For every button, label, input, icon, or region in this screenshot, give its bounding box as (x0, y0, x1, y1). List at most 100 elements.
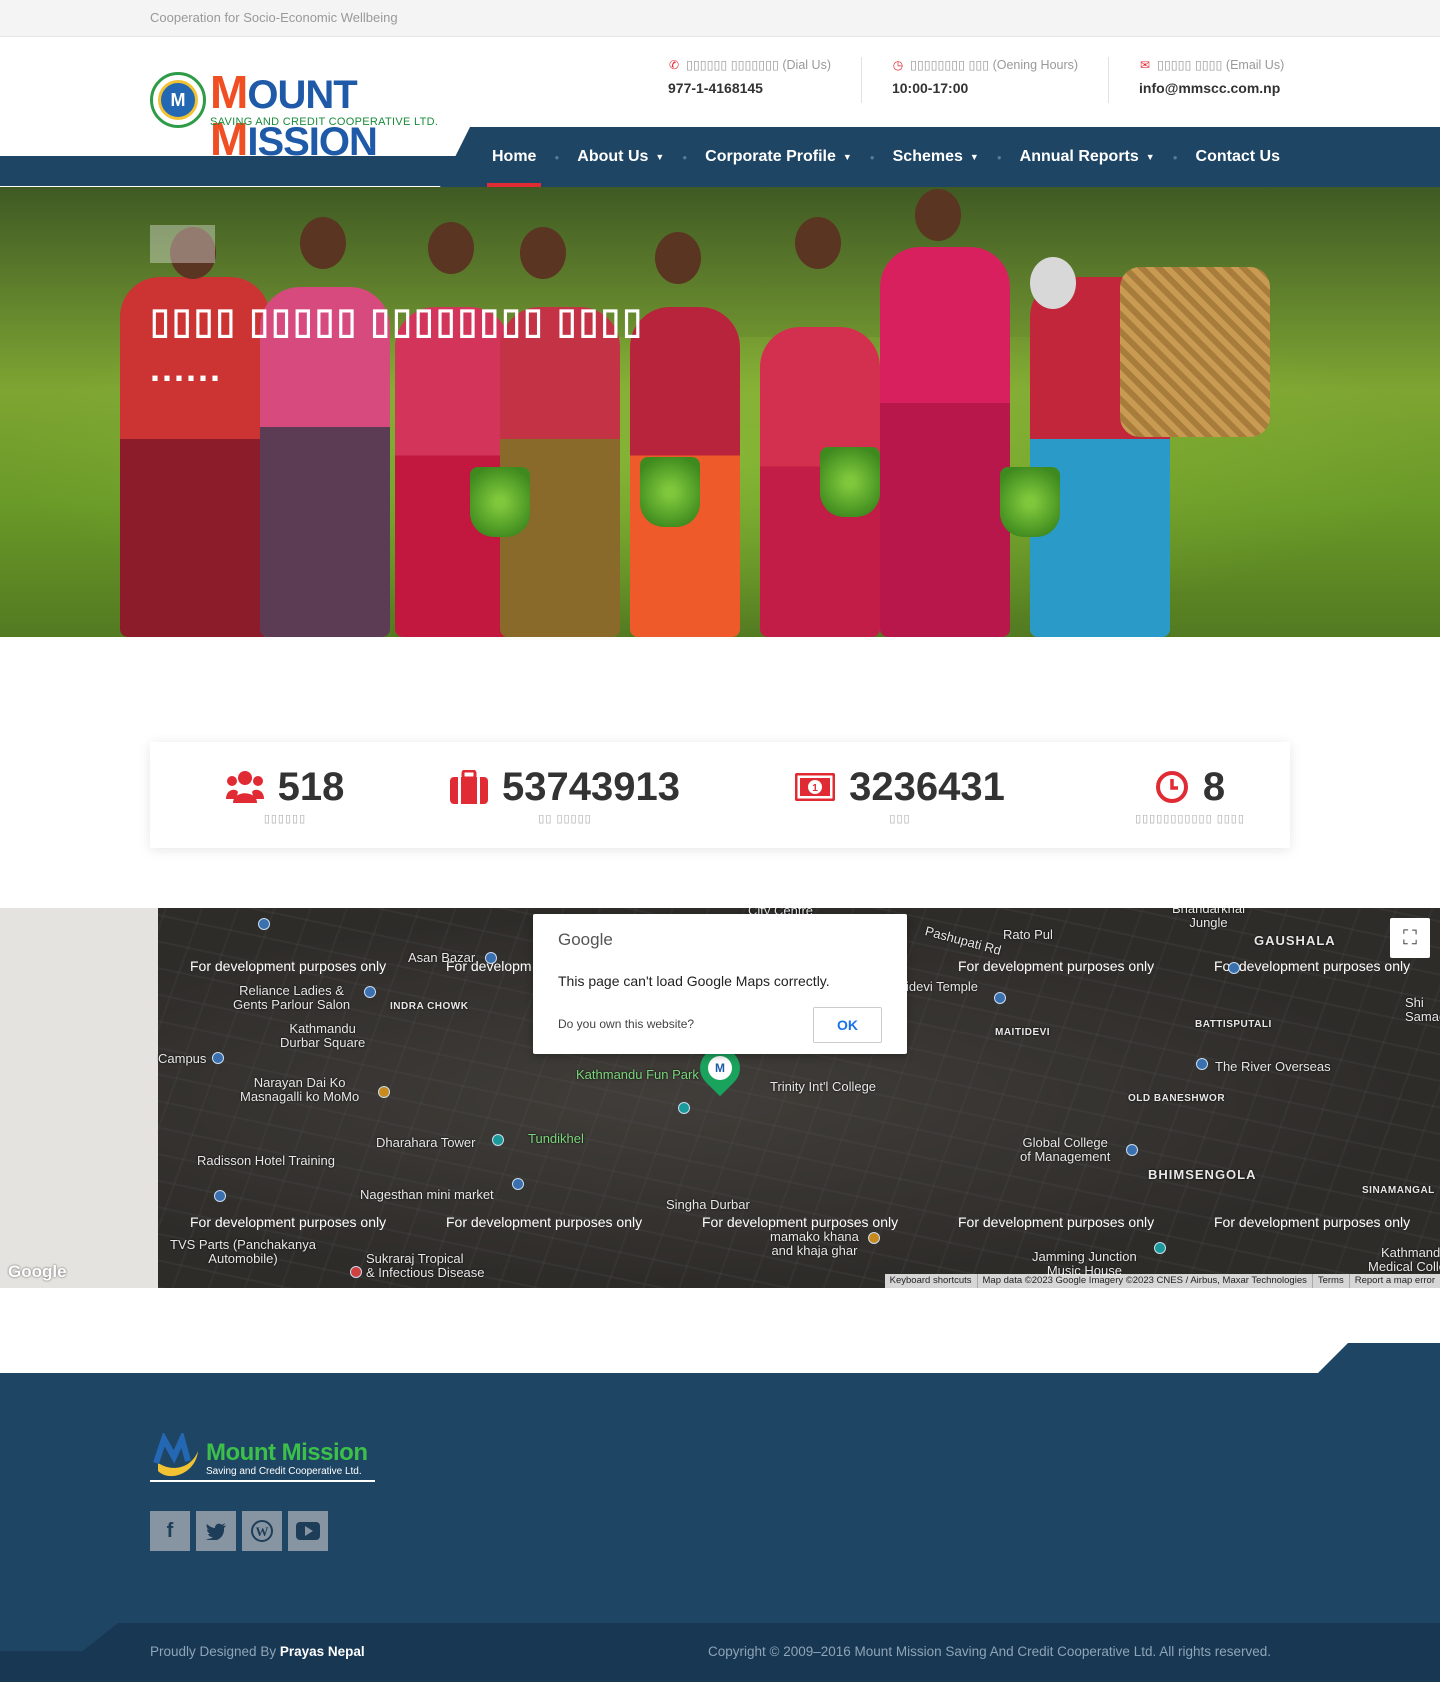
map-poi-pin[interactable] (1126, 1144, 1138, 1156)
own-website-link[interactable]: Do you own this website? (558, 1017, 694, 1031)
hero-figure-head (428, 222, 474, 274)
hero-rice-bundle (1000, 467, 1060, 537)
map-label: Dharahara Tower (376, 1135, 476, 1150)
map-label: Campus (158, 1051, 207, 1066)
footer-logo-tagline: Saving and Credit Cooperative Ltd. (206, 1466, 362, 1477)
email-address[interactable]: info@mmscc.com.np (1139, 80, 1284, 96)
stat-label: ▯▯ ▯▯▯▯▯ (538, 813, 592, 825)
stat-value: 8 (1202, 765, 1226, 809)
map-data-credit: Map data ©2023 Google Imagery ©2023 CNES… (976, 1274, 1312, 1288)
caret-down-icon: ▼ (655, 152, 665, 162)
map-poi-pin[interactable] (678, 1102, 690, 1114)
youtube-icon[interactable] (288, 1511, 328, 1551)
designer-credit: Proudly Designed By Prayas Nepal (150, 1644, 365, 1659)
map-label: Global College of Management (1020, 1135, 1111, 1164)
map-poi-pin[interactable] (364, 986, 376, 998)
footer-logo-underline (150, 1480, 375, 1482)
wordpress-icon[interactable]: W (242, 1511, 282, 1551)
hero-figure-head (300, 217, 346, 269)
phone-number[interactable]: 977-1-4168145 (668, 80, 831, 96)
caret-down-icon: ▼ (969, 152, 979, 162)
keyboard-shortcuts-link[interactable]: Keyboard shortcuts (885, 1274, 977, 1288)
map-label: Nagesthan mini market (360, 1187, 494, 1202)
footer-logo[interactable]: Mount Mission Saving and Credit Cooperat… (150, 1433, 380, 1483)
main-nav: Home ● About Us ▼ ● Corporate Profile ▼ ● … (440, 127, 1440, 187)
hero-headline: ▯▯▯▯ ▯▯▯▯▯ ▯▯▯▯▯▯▯▯ ▯▯▯▯ ...... (150, 300, 645, 389)
contact-phone: ✆ ▯▯▯▯▯▯ ▯▯▯▯▯▯▯ (Dial Us) 977-1-4168145 (668, 57, 831, 97)
map-attribution: Keyboard shortcuts Map data ©2023 Google… (884, 1274, 1440, 1288)
map-label: OLD BANESHWOR (1128, 1093, 1226, 1104)
twitter-icon[interactable] (196, 1511, 236, 1551)
nav-home[interactable]: Home (486, 127, 542, 187)
stat-members: 518 ▯▯▯▯▯▯ (200, 764, 370, 825)
map-label: Radisson Hotel Training (197, 1153, 336, 1168)
map-poi-pin[interactable] (1196, 1058, 1208, 1070)
users-icon (225, 771, 264, 803)
clock-icon (1155, 771, 1188, 803)
stat-label: ▯▯▯▯▯▯ (263, 813, 307, 825)
nav-about-us[interactable]: About Us ▼ (577, 127, 664, 187)
fullscreen-icon[interactable]: ⛶ (1390, 918, 1430, 958)
terms-link[interactable]: Terms (1311, 1274, 1349, 1288)
map-label: Reliance Ladies & Gents Parlour Salon (233, 983, 351, 1012)
ok-button[interactable]: OK (813, 1007, 882, 1043)
map-label: INDRA CHOWK (390, 1001, 469, 1012)
map-poi-pin[interactable] (994, 992, 1006, 1004)
map-label: Tundikhel (528, 1131, 584, 1146)
map-label: BHIMSENGOLA (1148, 1167, 1257, 1182)
map-poi-pin[interactable] (485, 952, 497, 964)
nav-corporate-profile[interactable]: Corporate Profile ▼ (705, 127, 852, 187)
report-map-error-link[interactable]: Report a map error (1348, 1274, 1440, 1288)
hero-figure-head (915, 189, 961, 241)
svg-text:W: W (256, 1524, 269, 1539)
slide-marker (150, 225, 215, 263)
map-poi-pin[interactable] (492, 1134, 504, 1146)
logo-subtitle: SAVING AND CREDIT COOPERATIVE LTD. (210, 116, 439, 128)
contact-info: ✆ ▯▯▯▯▯▯ ▯▯▯▯▯▯▯ (Dial Us) 977-1-4168145 … (665, 57, 1314, 107)
footer: Mount Mission Saving and Credit Cooperat… (0, 1373, 1440, 1623)
map-label: Asan Bazar (408, 950, 476, 965)
nav-contact-us[interactable]: Contact Us (1196, 127, 1280, 187)
svg-text:1: 1 (812, 783, 818, 794)
map-dev-watermark: For development purposes only (190, 1214, 387, 1230)
map-embed[interactable]: For development purposes only For develo… (0, 908, 1440, 1288)
hero-rice-bundle (820, 447, 880, 517)
nav-separator: ● (1172, 152, 1178, 162)
site-logo[interactable]: M MOUNT MISSION SAVING AND CREDIT COOPER… (150, 69, 445, 164)
stat-years: 8 ▯▯▯▯▯▯▯▯▯▯▯ ▯▯▯▯ (1125, 764, 1255, 825)
google-map-logo: Google (8, 1262, 67, 1281)
nav-separator: ● (554, 152, 560, 162)
map-poi-pin[interactable] (1154, 1242, 1166, 1254)
map-poi-pin[interactable] (350, 1266, 362, 1278)
map-dev-watermark: For development purposes only (702, 1214, 899, 1230)
map-label: Trinity Int'l College (770, 1079, 877, 1094)
caret-down-icon: ▼ (842, 152, 852, 162)
map-poi-pin[interactable] (868, 1232, 880, 1244)
map-label: Kathmandu Medical College (1368, 1245, 1440, 1274)
facebook-icon[interactable]: f (150, 1511, 190, 1551)
map-dev-watermark: For development purposes only (446, 1214, 643, 1230)
map-label: Kathmandu Fun Park (576, 1067, 699, 1082)
map-label: SINAMANGAL (1362, 1185, 1435, 1196)
contact-email: ✉ ▯▯▯▯▯ ▯▯▯▯ (Email Us) info@mmscc.com.np (1108, 57, 1314, 103)
map-poi-pin[interactable] (258, 918, 270, 930)
map-label: Singha Durbar (666, 1197, 750, 1212)
map-label: TVS Parts (Panchakanya Automobile) (170, 1237, 316, 1266)
map-dev-watermark: For development purposes only (958, 958, 1155, 974)
briefcase-icon (450, 770, 489, 804)
map-poi-pin[interactable] (212, 1052, 224, 1064)
nav-separator: ● (682, 152, 688, 162)
map-poi-pin[interactable] (512, 1178, 524, 1190)
crescent-logo-icon (153, 1433, 198, 1477)
designer-link[interactable]: Prayas Nepal (280, 1644, 365, 1659)
map-poi-pin[interactable] (1228, 962, 1240, 974)
map-label: Kathmandu Durbar Square (280, 1021, 366, 1050)
nav-separator: ● (996, 152, 1002, 162)
map-label: Shi Samad (1405, 995, 1440, 1024)
nav-annual-reports[interactable]: Annual Reports ▼ (1020, 127, 1155, 187)
map-poi-pin[interactable] (378, 1086, 390, 1098)
caret-down-icon: ▼ (1145, 152, 1155, 162)
nav-schemes[interactable]: Schemes ▼ (893, 127, 979, 187)
map-poi-pin[interactable] (214, 1190, 226, 1202)
map-label: The River Overseas (1215, 1059, 1331, 1074)
